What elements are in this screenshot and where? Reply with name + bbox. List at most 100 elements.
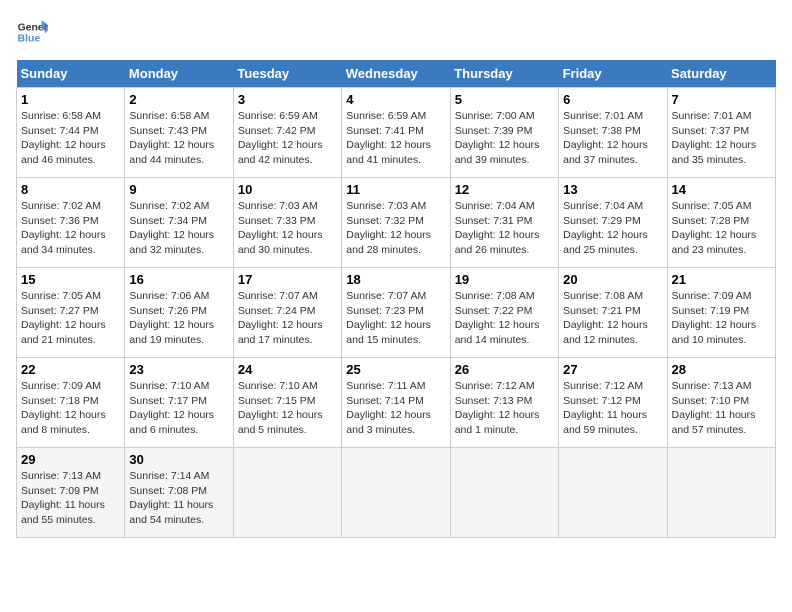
- logo: General Blue: [16, 16, 48, 48]
- day-number: 5: [455, 92, 554, 107]
- day-info: Sunrise: 7:12 AM Sunset: 7:12 PM Dayligh…: [563, 379, 662, 438]
- day-info: Sunrise: 7:07 AM Sunset: 7:23 PM Dayligh…: [346, 289, 445, 348]
- day-info: Sunrise: 7:06 AM Sunset: 7:26 PM Dayligh…: [129, 289, 228, 348]
- day-number: 9: [129, 182, 228, 197]
- day-number: 26: [455, 362, 554, 377]
- calendar-day-cell: 23 Sunrise: 7:10 AM Sunset: 7:17 PM Dayl…: [125, 358, 233, 448]
- day-info: Sunrise: 7:02 AM Sunset: 7:36 PM Dayligh…: [21, 199, 120, 258]
- logo-icon: General Blue: [16, 16, 48, 48]
- day-info: Sunrise: 7:07 AM Sunset: 7:24 PM Dayligh…: [238, 289, 337, 348]
- day-of-week-monday: Monday: [125, 60, 233, 88]
- day-of-week-thursday: Thursday: [450, 60, 558, 88]
- day-number: 18: [346, 272, 445, 287]
- calendar-week-row: 8 Sunrise: 7:02 AM Sunset: 7:36 PM Dayli…: [17, 178, 776, 268]
- day-number: 19: [455, 272, 554, 287]
- day-info: Sunrise: 7:01 AM Sunset: 7:37 PM Dayligh…: [672, 109, 771, 168]
- day-info: Sunrise: 7:10 AM Sunset: 7:17 PM Dayligh…: [129, 379, 228, 438]
- day-number: 21: [672, 272, 771, 287]
- day-number: 13: [563, 182, 662, 197]
- empty-cell: [559, 448, 667, 538]
- empty-cell: [342, 448, 450, 538]
- day-number: 20: [563, 272, 662, 287]
- calendar-table: SundayMondayTuesdayWednesdayThursdayFrid…: [16, 60, 776, 538]
- empty-cell: [450, 448, 558, 538]
- day-number: 3: [238, 92, 337, 107]
- day-number: 28: [672, 362, 771, 377]
- calendar-week-row: 1 Sunrise: 6:58 AM Sunset: 7:44 PM Dayli…: [17, 88, 776, 178]
- day-number: 15: [21, 272, 120, 287]
- day-info: Sunrise: 7:13 AM Sunset: 7:10 PM Dayligh…: [672, 379, 771, 438]
- calendar-header-row: SundayMondayTuesdayWednesdayThursdayFrid…: [17, 60, 776, 88]
- day-info: Sunrise: 7:00 AM Sunset: 7:39 PM Dayligh…: [455, 109, 554, 168]
- calendar-day-cell: 27 Sunrise: 7:12 AM Sunset: 7:12 PM Dayl…: [559, 358, 667, 448]
- empty-cell: [667, 448, 775, 538]
- day-number: 27: [563, 362, 662, 377]
- calendar-day-cell: 6 Sunrise: 7:01 AM Sunset: 7:38 PM Dayli…: [559, 88, 667, 178]
- calendar-day-cell: 17 Sunrise: 7:07 AM Sunset: 7:24 PM Dayl…: [233, 268, 341, 358]
- day-info: Sunrise: 7:09 AM Sunset: 7:19 PM Dayligh…: [672, 289, 771, 348]
- day-number: 17: [238, 272, 337, 287]
- calendar-day-cell: 26 Sunrise: 7:12 AM Sunset: 7:13 PM Dayl…: [450, 358, 558, 448]
- calendar-day-cell: 22 Sunrise: 7:09 AM Sunset: 7:18 PM Dayl…: [17, 358, 125, 448]
- day-number: 11: [346, 182, 445, 197]
- calendar-day-cell: 8 Sunrise: 7:02 AM Sunset: 7:36 PM Dayli…: [17, 178, 125, 268]
- day-number: 22: [21, 362, 120, 377]
- day-info: Sunrise: 7:02 AM Sunset: 7:34 PM Dayligh…: [129, 199, 228, 258]
- calendar-day-cell: 12 Sunrise: 7:04 AM Sunset: 7:31 PM Dayl…: [450, 178, 558, 268]
- day-number: 23: [129, 362, 228, 377]
- day-of-week-wednesday: Wednesday: [342, 60, 450, 88]
- calendar-day-cell: 1 Sunrise: 6:58 AM Sunset: 7:44 PM Dayli…: [17, 88, 125, 178]
- day-of-week-sunday: Sunday: [17, 60, 125, 88]
- day-number: 10: [238, 182, 337, 197]
- day-info: Sunrise: 7:11 AM Sunset: 7:14 PM Dayligh…: [346, 379, 445, 438]
- day-number: 6: [563, 92, 662, 107]
- calendar-day-cell: 15 Sunrise: 7:05 AM Sunset: 7:27 PM Dayl…: [17, 268, 125, 358]
- calendar-day-cell: 14 Sunrise: 7:05 AM Sunset: 7:28 PM Dayl…: [667, 178, 775, 268]
- calendar-day-cell: 20 Sunrise: 7:08 AM Sunset: 7:21 PM Dayl…: [559, 268, 667, 358]
- calendar-day-cell: 29 Sunrise: 7:13 AM Sunset: 7:09 PM Dayl…: [17, 448, 125, 538]
- day-number: 2: [129, 92, 228, 107]
- day-of-week-friday: Friday: [559, 60, 667, 88]
- day-info: Sunrise: 7:03 AM Sunset: 7:33 PM Dayligh…: [238, 199, 337, 258]
- day-info: Sunrise: 7:14 AM Sunset: 7:08 PM Dayligh…: [129, 469, 228, 528]
- calendar-day-cell: 25 Sunrise: 7:11 AM Sunset: 7:14 PM Dayl…: [342, 358, 450, 448]
- calendar-day-cell: 24 Sunrise: 7:10 AM Sunset: 7:15 PM Dayl…: [233, 358, 341, 448]
- day-info: Sunrise: 7:08 AM Sunset: 7:21 PM Dayligh…: [563, 289, 662, 348]
- day-number: 30: [129, 452, 228, 467]
- calendar-day-cell: 28 Sunrise: 7:13 AM Sunset: 7:10 PM Dayl…: [667, 358, 775, 448]
- day-number: 1: [21, 92, 120, 107]
- day-number: 29: [21, 452, 120, 467]
- day-info: Sunrise: 7:10 AM Sunset: 7:15 PM Dayligh…: [238, 379, 337, 438]
- svg-text:Blue: Blue: [18, 34, 41, 45]
- day-info: Sunrise: 7:04 AM Sunset: 7:29 PM Dayligh…: [563, 199, 662, 258]
- calendar-day-cell: 16 Sunrise: 7:06 AM Sunset: 7:26 PM Dayl…: [125, 268, 233, 358]
- day-number: 16: [129, 272, 228, 287]
- calendar-day-cell: 4 Sunrise: 6:59 AM Sunset: 7:41 PM Dayli…: [342, 88, 450, 178]
- day-info: Sunrise: 7:08 AM Sunset: 7:22 PM Dayligh…: [455, 289, 554, 348]
- day-number: 25: [346, 362, 445, 377]
- calendar-week-row: 22 Sunrise: 7:09 AM Sunset: 7:18 PM Dayl…: [17, 358, 776, 448]
- day-info: Sunrise: 6:59 AM Sunset: 7:41 PM Dayligh…: [346, 109, 445, 168]
- day-info: Sunrise: 7:09 AM Sunset: 7:18 PM Dayligh…: [21, 379, 120, 438]
- calendar-day-cell: 30 Sunrise: 7:14 AM Sunset: 7:08 PM Dayl…: [125, 448, 233, 538]
- day-number: 4: [346, 92, 445, 107]
- day-number: 7: [672, 92, 771, 107]
- day-number: 14: [672, 182, 771, 197]
- day-of-week-saturday: Saturday: [667, 60, 775, 88]
- calendar-day-cell: 2 Sunrise: 6:58 AM Sunset: 7:43 PM Dayli…: [125, 88, 233, 178]
- calendar-day-cell: 18 Sunrise: 7:07 AM Sunset: 7:23 PM Dayl…: [342, 268, 450, 358]
- day-info: Sunrise: 7:01 AM Sunset: 7:38 PM Dayligh…: [563, 109, 662, 168]
- calendar-day-cell: 13 Sunrise: 7:04 AM Sunset: 7:29 PM Dayl…: [559, 178, 667, 268]
- day-number: 8: [21, 182, 120, 197]
- day-info: Sunrise: 6:58 AM Sunset: 7:43 PM Dayligh…: [129, 109, 228, 168]
- day-info: Sunrise: 7:04 AM Sunset: 7:31 PM Dayligh…: [455, 199, 554, 258]
- page-header: General Blue: [16, 16, 776, 48]
- day-info: Sunrise: 7:05 AM Sunset: 7:28 PM Dayligh…: [672, 199, 771, 258]
- day-of-week-tuesday: Tuesday: [233, 60, 341, 88]
- calendar-day-cell: 10 Sunrise: 7:03 AM Sunset: 7:33 PM Dayl…: [233, 178, 341, 268]
- calendar-week-row: 29 Sunrise: 7:13 AM Sunset: 7:09 PM Dayl…: [17, 448, 776, 538]
- calendar-week-row: 15 Sunrise: 7:05 AM Sunset: 7:27 PM Dayl…: [17, 268, 776, 358]
- day-number: 12: [455, 182, 554, 197]
- calendar-day-cell: 7 Sunrise: 7:01 AM Sunset: 7:37 PM Dayli…: [667, 88, 775, 178]
- calendar-day-cell: 19 Sunrise: 7:08 AM Sunset: 7:22 PM Dayl…: [450, 268, 558, 358]
